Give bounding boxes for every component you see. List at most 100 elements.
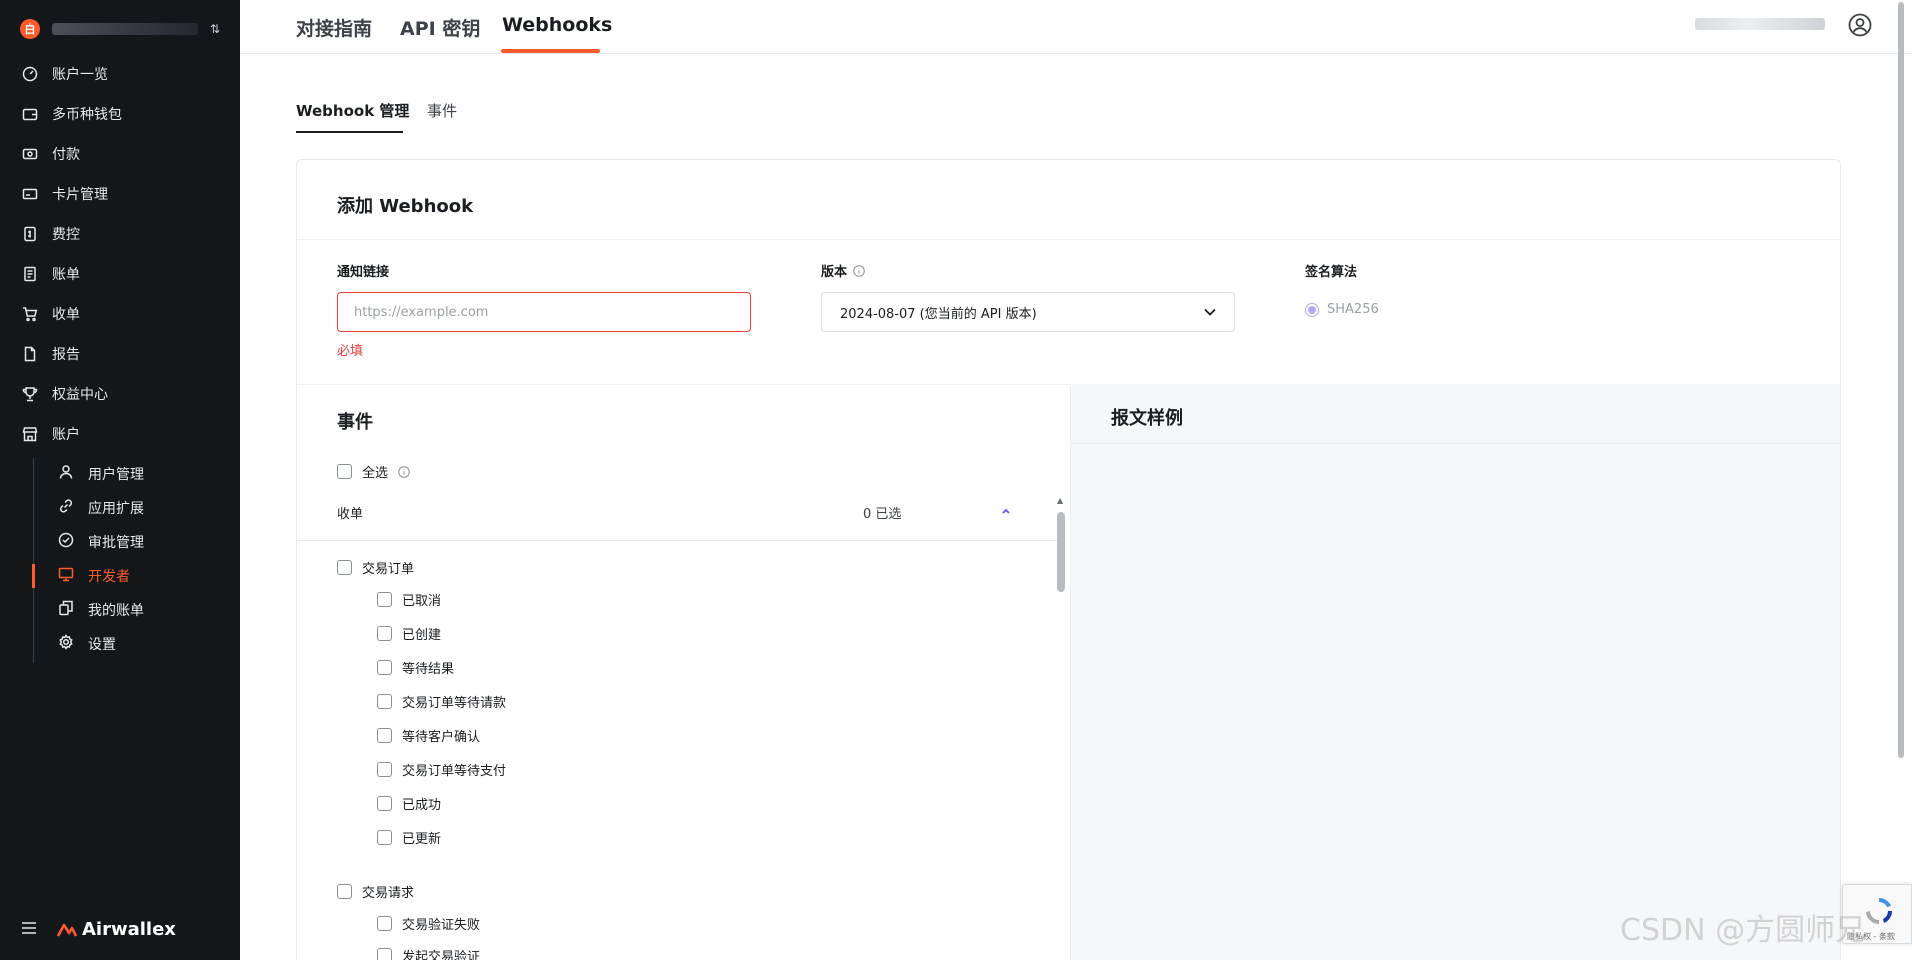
sidebar-sub-label: 开发者 — [88, 569, 130, 585]
add-webhook-card: 添加 Webhook 通知链接 必填 版本 2024-08-07 (您当前的 A… — [296, 159, 1841, 960]
checkbox — [337, 560, 352, 575]
event-label: 已更新 — [402, 832, 442, 847]
approval-icon — [58, 532, 74, 552]
event-parent-checkbox[interactable]: 交易订单 — [337, 558, 414, 577]
checkbox — [377, 830, 392, 845]
events-scrollbar[interactable]: ▲ — [1056, 496, 1066, 960]
event-child-checkbox[interactable]: 交易订单等待请款 — [377, 692, 506, 711]
page-scrollbar-thumb[interactable] — [1898, 2, 1904, 758]
payload-sample-panel: 报文样例 — [1070, 384, 1840, 960]
event-child-checkbox[interactable]: 等待客户确认 — [377, 726, 480, 745]
event-label: 已创建 — [402, 628, 442, 643]
bill-icon — [22, 266, 38, 282]
scroll-up-icon[interactable]: ▲ — [1057, 496, 1063, 505]
events-title: 事件 — [337, 412, 373, 433]
event-child-checkbox[interactable]: 已创建 — [377, 624, 441, 643]
sidebar-sub-users[interactable]: 用户管理 — [34, 458, 240, 490]
sidebar-item-expense[interactable]: 费控 — [0, 216, 240, 252]
checkbox — [377, 796, 392, 811]
report-icon — [22, 346, 38, 362]
sidebar-item-label: 账户 — [52, 427, 80, 443]
sidebar-item-wallet[interactable]: 多币种钱包 — [0, 96, 240, 132]
event-child-checkbox[interactable]: 发起交易验证 — [377, 946, 480, 960]
signature-label-text: 签名算法 — [1305, 265, 1358, 280]
select-all-label: 全选 — [362, 466, 389, 481]
active-subtab-indicator — [296, 131, 403, 133]
subtab-webhook-management[interactable]: Webhook 管理 — [296, 100, 409, 121]
select-all-checkbox[interactable]: 全选 — [337, 462, 410, 481]
switch-org-icon[interactable]: ⇅ — [210, 22, 220, 36]
event-label: 等待结果 — [402, 662, 455, 677]
subtab-events[interactable]: 事件 — [427, 100, 457, 121]
settings-icon — [58, 634, 74, 654]
sidebar-item-account[interactable]: 账户 — [0, 416, 240, 452]
sidebar-sub-label: 用户管理 — [88, 467, 144, 483]
wallet-icon — [22, 106, 38, 122]
checkbox — [377, 626, 392, 641]
event-label: 已成功 — [402, 798, 442, 813]
org-switcher[interactable]: 白 ⇅ — [0, 0, 240, 58]
url-required-error: 必填 — [337, 344, 364, 359]
sidebar-item-dashboard[interactable]: 账户一览 — [0, 56, 240, 92]
chevron-up-icon[interactable] — [1000, 505, 1012, 517]
sidebar-sub-extensions[interactable]: 应用扩展 — [34, 492, 240, 524]
event-child-checkbox[interactable]: 已取消 — [377, 590, 441, 609]
event-label: 交易请求 — [362, 886, 415, 901]
sidebar-item-label: 报告 — [52, 347, 80, 363]
trophy-icon — [22, 386, 38, 402]
sidebar-sub-developer[interactable]: 开发者 — [32, 560, 240, 592]
group-selected-count: 0 已选 — [863, 507, 902, 522]
top-bar: 对接指南 API 密钥 Webhooks — [240, 0, 1912, 54]
my-bill-icon — [58, 600, 74, 620]
sidebar-item-label: 收单 — [52, 307, 80, 323]
radio-selected-icon — [1305, 302, 1319, 317]
info-icon[interactable] — [853, 264, 865, 277]
page-scrollbar[interactable] — [1897, 0, 1905, 960]
sidebar-item-label: 费控 — [52, 227, 80, 243]
user-avatar-icon[interactable] — [1848, 13, 1872, 37]
tab-integration-guide[interactable]: 对接指南 — [296, 14, 372, 41]
airwallex-logo: Airwallex — [56, 919, 176, 940]
developer-icon — [58, 566, 74, 586]
url-label-text: 通知链接 — [337, 265, 390, 280]
sidebar-item-label: 卡片管理 — [52, 187, 108, 203]
event-parent-checkbox[interactable]: 交易请求 — [337, 882, 414, 901]
account-icon — [22, 426, 38, 442]
user-name-redacted — [1695, 18, 1825, 30]
tab-webhooks[interactable]: Webhooks — [502, 14, 612, 36]
event-label: 交易订单 — [362, 562, 415, 577]
event-child-checkbox[interactable]: 已成功 — [377, 794, 441, 813]
cart-icon — [22, 306, 38, 322]
event-child-checkbox[interactable]: 交易验证失败 — [377, 914, 480, 933]
sample-divider — [1071, 443, 1840, 444]
api-version-value: 2024-08-07 (您当前的 API 版本) — [840, 306, 1037, 322]
api-version-select[interactable]: 2024-08-07 (您当前的 API 版本) — [821, 292, 1235, 332]
chevron-down-icon — [1204, 308, 1216, 316]
version-label-text: 版本 — [821, 265, 848, 280]
sidebar-sub-settings[interactable]: 设置 — [34, 628, 240, 660]
sidebar-item-report[interactable]: 报告 — [0, 336, 240, 372]
event-label: 已取消 — [402, 594, 442, 609]
sidebar-sub-my-bill[interactable]: 我的账单 — [34, 594, 240, 626]
sidebar-sub-approval[interactable]: 审批管理 — [34, 526, 240, 558]
recaptcha-icon — [1866, 898, 1892, 925]
tab-api-keys[interactable]: API 密钥 — [400, 14, 480, 41]
sha256-radio[interactable]: SHA256 — [1305, 302, 1379, 317]
sidebar-item-benefits[interactable]: 权益中心 — [0, 376, 240, 412]
event-child-checkbox[interactable]: 等待结果 — [377, 658, 454, 677]
event-child-checkbox[interactable]: 交易订单等待支付 — [377, 760, 506, 779]
notification-url-input[interactable] — [337, 292, 751, 332]
info-icon[interactable] — [398, 465, 410, 478]
event-child-checkbox[interactable]: 已更新 — [377, 828, 441, 847]
sidebar-item-cards[interactable]: 卡片管理 — [0, 176, 240, 212]
acquiring-group-header[interactable]: 收单 — [337, 503, 1027, 522]
sidebar-item-payment[interactable]: 付款 — [0, 136, 240, 172]
collapse-menu-icon[interactable] — [22, 921, 36, 938]
events-scrollbar-thumb[interactable] — [1057, 512, 1065, 592]
url-label: 通知链接 — [337, 261, 389, 280]
sidebar-item-acquiring[interactable]: 收单 — [0, 296, 240, 332]
checkbox — [377, 916, 392, 931]
sidebar-item-bill[interactable]: 账单 — [0, 256, 240, 292]
sidebar-sub-label: 设置 — [88, 637, 116, 653]
checkbox — [337, 464, 352, 479]
